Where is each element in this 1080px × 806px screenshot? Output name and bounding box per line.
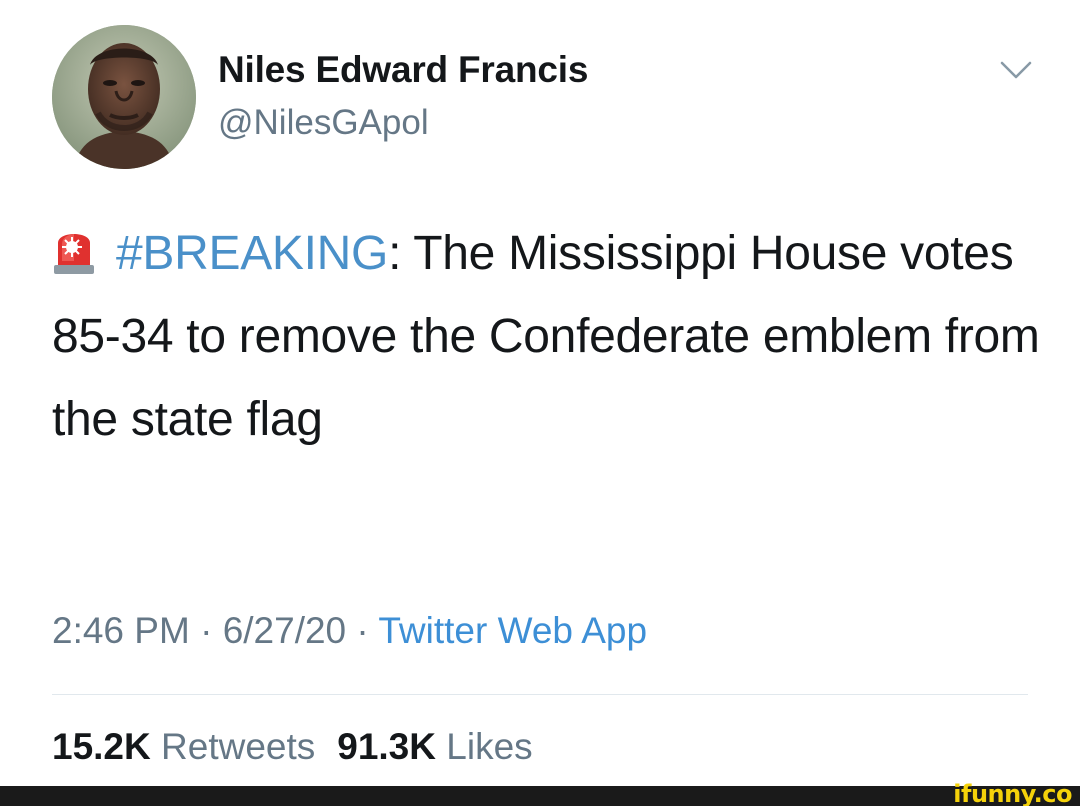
- hashtag-link[interactable]: #BREAKING: [116, 227, 388, 280]
- avatar[interactable]: [52, 25, 196, 169]
- chevron-down-icon[interactable]: [998, 58, 1034, 82]
- tweet-source-link[interactable]: Twitter Web App: [378, 610, 647, 651]
- avatar-portrait-icon: [52, 25, 196, 169]
- author-display-name[interactable]: Niles Edward Francis: [218, 49, 588, 91]
- likes-stat[interactable]: 91.3K Likes: [337, 726, 532, 767]
- likes-count: 91.3K: [337, 726, 436, 767]
- tweet-text: #BREAKING: The Mississippi House votes 8…: [52, 212, 1042, 461]
- tweet-card: Niles Edward Francis @NilesGApol #BREAKI…: [0, 0, 1080, 786]
- tweet-stats: 15.2K Retweets 91.3K Likes: [52, 726, 533, 768]
- divider: [52, 694, 1028, 695]
- meta-separator: ·: [189, 610, 223, 651]
- retweets-count: 15.2K: [52, 726, 151, 767]
- tweet-date[interactable]: 6/27/20: [223, 610, 346, 651]
- retweets-stat[interactable]: 15.2K Retweets: [52, 726, 315, 767]
- meta-separator: ·: [346, 610, 379, 651]
- watermark-bar: ifunny.co: [0, 780, 1080, 806]
- likes-label: Likes: [446, 726, 533, 767]
- author-handle[interactable]: @NilesGApol: [218, 103, 429, 143]
- police-siren-icon: [52, 218, 96, 274]
- watermark-logo: ifunny.co: [953, 780, 1072, 806]
- tweet-time[interactable]: 2:46 PM: [52, 610, 190, 651]
- retweets-label: Retweets: [161, 726, 316, 767]
- tweet-meta: 2:46 PM · 6/27/20 · Twitter Web App: [52, 610, 647, 652]
